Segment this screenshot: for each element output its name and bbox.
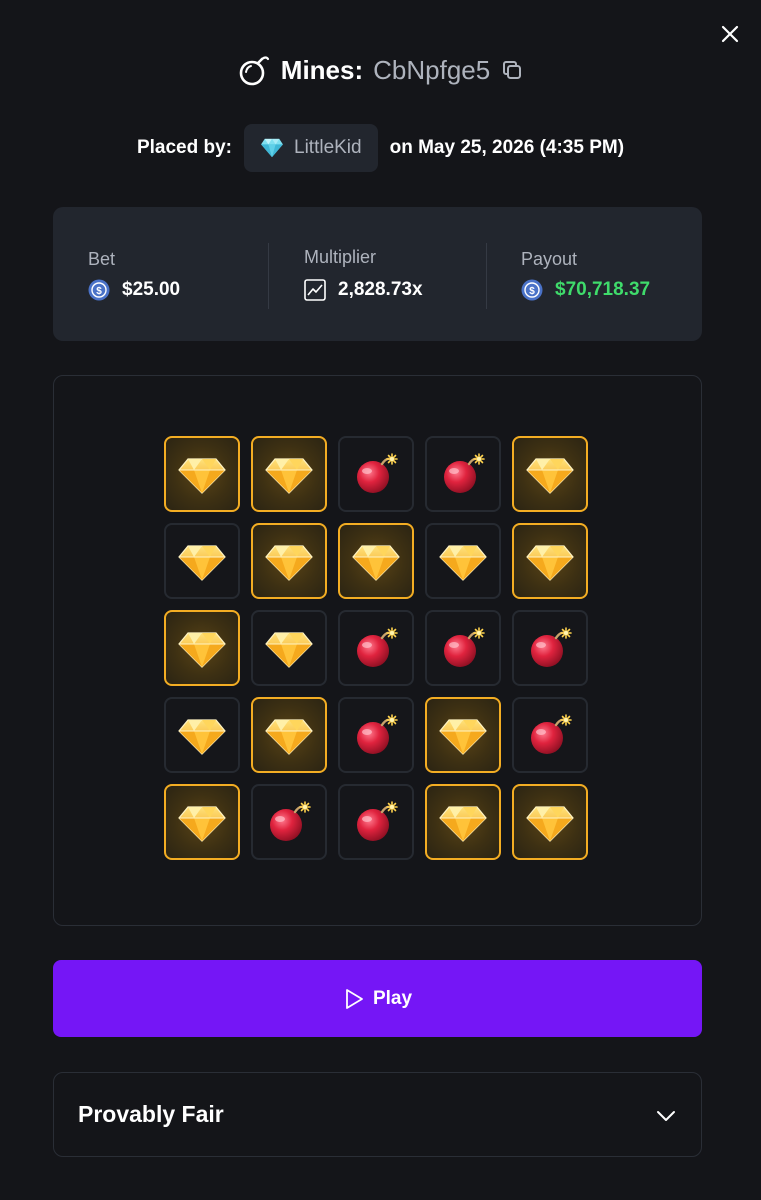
coin-icon: $ [88, 279, 110, 301]
mine-icon [357, 627, 398, 667]
gem-icon [178, 806, 226, 842]
copy-icon[interactable] [500, 58, 524, 82]
bet-stats-panel: Bet $ $25.00 Multiplier 2,828.73x Payout [53, 207, 702, 341]
mine-icon [270, 801, 311, 841]
gem-icon [265, 458, 313, 494]
tile-gem[interactable] [164, 610, 240, 686]
tile-mine[interactable] [425, 436, 501, 512]
gem-icon [178, 719, 226, 755]
bomb-icon [239, 56, 269, 86]
tile-gem[interactable] [164, 436, 240, 512]
tile-gem[interactable] [512, 436, 588, 512]
tile-gem[interactable] [425, 697, 501, 773]
gem-icon [178, 632, 226, 668]
mine-icon [357, 714, 398, 754]
mines-board [53, 375, 702, 926]
chart-icon [304, 279, 326, 301]
diamond-icon [261, 138, 283, 158]
tile-gem[interactable] [251, 697, 327, 773]
username: LittleKid [294, 137, 362, 158]
game-id: CbNpfge5 [373, 54, 491, 85]
multiplier-value-row: 2,828.73x [304, 279, 423, 301]
play-button[interactable]: Play [53, 960, 702, 1037]
tile-mine[interactable] [338, 784, 414, 860]
mine-icon [357, 453, 398, 493]
stat-divider [486, 243, 487, 309]
user-chip[interactable]: LittleKid [244, 124, 378, 172]
tile-gem[interactable] [164, 523, 240, 599]
payout-value-row: $ $70,718.37 [521, 279, 650, 301]
game-title: Mines: [280, 54, 364, 85]
tile-mine[interactable] [512, 697, 588, 773]
svg-text:$: $ [529, 286, 535, 297]
close-button[interactable] [716, 20, 744, 48]
stat-divider [268, 243, 269, 309]
mine-icon [444, 453, 485, 493]
payout-label: Payout [521, 249, 578, 269]
tile-gem[interactable] [251, 436, 327, 512]
chevron-down-icon [657, 1111, 675, 1121]
tile-gem[interactable] [338, 523, 414, 599]
tile-mine[interactable] [338, 610, 414, 686]
gem-icon [439, 545, 487, 581]
close-icon [721, 25, 739, 43]
mine-icon [444, 627, 485, 667]
gem-icon [352, 545, 400, 581]
tile-mine[interactable] [425, 610, 501, 686]
gem-icon [265, 632, 313, 668]
provably-fair-title: Provably Fair [78, 1101, 224, 1127]
tile-gem[interactable] [164, 697, 240, 773]
provably-fair-section[interactable]: Provably Fair [53, 1072, 702, 1157]
tile-mine[interactable] [512, 610, 588, 686]
svg-text:$: $ [96, 286, 102, 297]
tile-gem[interactable] [164, 784, 240, 860]
mine-icon [531, 714, 572, 754]
tile-mine[interactable] [338, 697, 414, 773]
payout-value: $70,718.37 [555, 279, 651, 300]
bet-value: $25.00 [122, 279, 181, 300]
tile-gem[interactable] [512, 523, 588, 599]
tile-mine[interactable] [338, 436, 414, 512]
tile-gem[interactable] [251, 610, 327, 686]
play-icon [346, 988, 363, 1009]
modal-header: Mines: CbNpfge5 [0, 48, 761, 92]
gem-icon [265, 719, 313, 755]
tile-gem[interactable] [251, 523, 327, 599]
gem-icon [439, 719, 487, 755]
multiplier-label: Multiplier [304, 247, 377, 267]
bet-label: Bet [88, 249, 116, 269]
tile-gem[interactable] [512, 784, 588, 860]
gem-icon [178, 545, 226, 581]
coin-icon: $ [521, 279, 543, 301]
gem-icon [439, 806, 487, 842]
tile-gem[interactable] [425, 784, 501, 860]
gem-icon [526, 806, 574, 842]
mine-icon [357, 801, 398, 841]
mine-icon [531, 627, 572, 667]
placed-by-row: Placed by: LittleKid on May 25, 2026 (4:… [0, 124, 761, 172]
tile-gem[interactable] [425, 523, 501, 599]
tile-mine[interactable] [251, 784, 327, 860]
bet-value-row: $ $25.00 [88, 279, 180, 301]
bet-date: on May 25, 2026 (4:35 PM) [389, 137, 625, 158]
play-label: Play [372, 987, 413, 1009]
placed-by-label: Placed by: [136, 137, 232, 158]
gem-icon [526, 545, 574, 581]
gem-icon [526, 458, 574, 494]
multiplier-value: 2,828.73x [338, 279, 423, 300]
gem-icon [178, 458, 226, 494]
gem-icon [265, 545, 313, 581]
